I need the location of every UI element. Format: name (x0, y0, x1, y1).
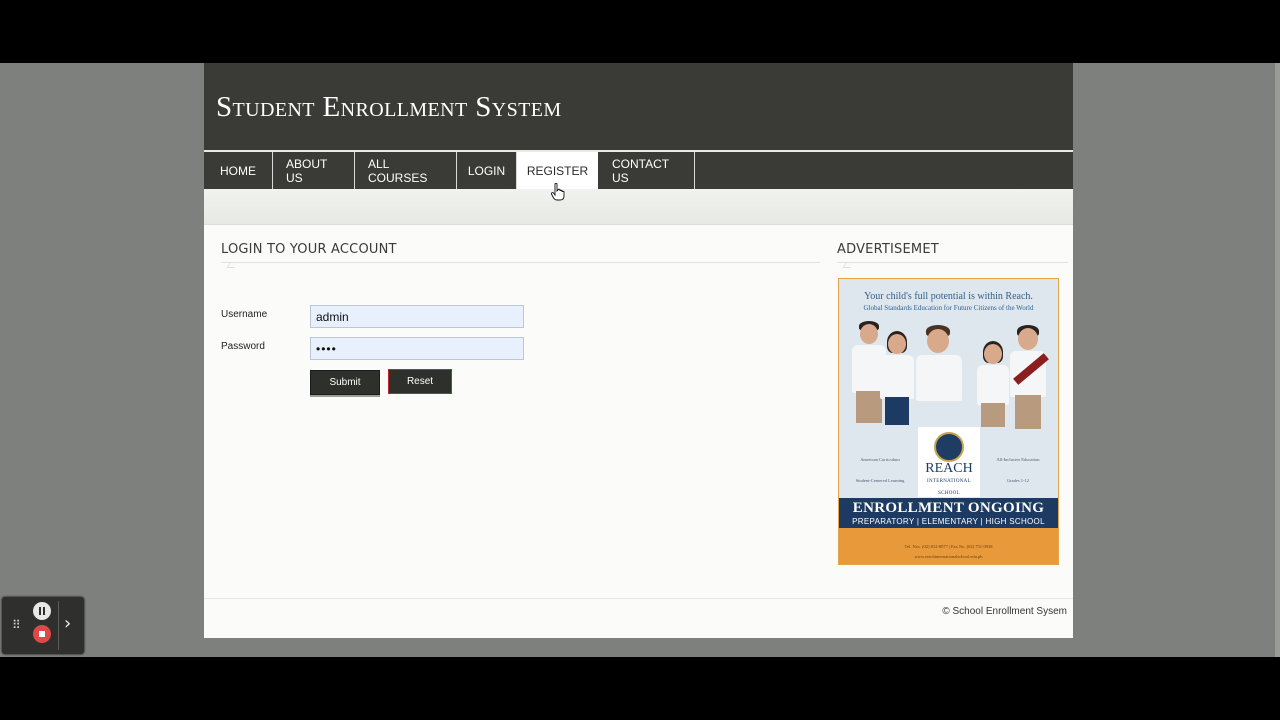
login-heading: LOGIN TO YOUR ACCOUNT (221, 242, 397, 257)
site-title: Student Enrollment System (216, 91, 562, 123)
submit-button[interactable]: Submit (310, 370, 380, 395)
poster-tagline: Your child's full potential is within Re… (864, 291, 1033, 302)
recorder-divider (58, 601, 59, 650)
nav-all-courses[interactable]: ALL COURSES (355, 152, 457, 189)
chevron-right-icon[interactable]: › (64, 614, 80, 634)
nav-login[interactable]: LOGIN (457, 152, 517, 189)
password-input[interactable] (310, 337, 524, 360)
advertisement-poster[interactable]: Your child's full potential is within Re… (838, 278, 1059, 565)
username-input[interactable] (310, 305, 524, 328)
school-name-sub: INTERNATIONAL SCHOOL (927, 479, 971, 496)
poster-contact: Tel. Nos. (02) 812-8077 | Fax No. (02) 7… (904, 544, 993, 549)
poster-feature: All-Inclusive Education (996, 457, 1040, 462)
reset-button[interactable]: Reset (388, 369, 452, 394)
nav-about-us[interactable]: ABOUT US (273, 152, 355, 189)
divider-notch (226, 263, 238, 268)
nav-home[interactable]: HOME (204, 152, 273, 189)
pause-icon[interactable] (33, 602, 51, 620)
site-container: Student Enrollment System HOME ABOUT US … (204, 63, 1073, 638)
browser-viewport: Student Enrollment System HOME ABOUT US … (0, 63, 1280, 657)
poster-feature: Student-Centered Learning (855, 478, 905, 483)
poster-banner-text: ENROLLMENT ONGOING (852, 500, 1045, 516)
advertisement-heading: ADVERTISEMET (837, 242, 939, 257)
stop-icon[interactable] (33, 625, 51, 643)
scrollbar[interactable] (1275, 63, 1280, 657)
hand-cursor-icon (551, 183, 565, 201)
screen-recorder-widget: ⠿ › (2, 597, 84, 654)
main-nav: HOME ABOUT US ALL COURSES LOGIN REGISTER… (204, 152, 1073, 189)
poster-feature: Grades 1-12 (1006, 478, 1030, 483)
poster-website: www.reachinternationalschool.edu.ph (914, 554, 983, 559)
sub-header-bar (204, 189, 1073, 225)
advertisement-heading-divider (837, 262, 1068, 263)
poster-levels: PREPARATORY | ELEMENTARY | HIGH SCHOOL (852, 517, 1045, 526)
login-heading-divider (221, 262, 820, 263)
username-label: Username (221, 309, 268, 320)
password-label: Password (221, 341, 265, 352)
drag-handle-icon[interactable]: ⠿ (12, 618, 22, 632)
site-footer: © School Enrollment Sysem (204, 598, 1073, 638)
divider-notch (842, 263, 854, 268)
school-name: REACH (925, 461, 973, 476)
school-crest-icon (934, 432, 964, 462)
school-logo: REACH INTERNATIONAL SCHOOL (918, 427, 980, 497)
site-header: Student Enrollment System (204, 63, 1073, 152)
main-content: LOGIN TO YOUR ACCOUNT Username Password … (204, 225, 1073, 595)
poster-feature: American Curriculum (860, 457, 900, 462)
footer-copyright: © School Enrollment Sysem (942, 606, 1067, 617)
poster-subtagline: Global Standards Education for Future Ci… (863, 304, 1034, 312)
nav-contact-us[interactable]: CONTACT US (599, 152, 695, 189)
